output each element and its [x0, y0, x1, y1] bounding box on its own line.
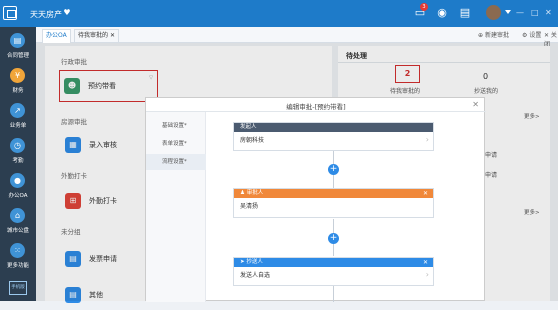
sidebar-item-label: 考勤: [12, 158, 24, 164]
approver-node[interactable]: ♟ 审批人 ✕ 吴清扬: [233, 188, 434, 218]
chevron-right-icon: ›: [425, 270, 429, 279]
sidebar-item-attendance[interactable]: ◷ 考勤: [0, 134, 36, 168]
close-icon[interactable]: ✕: [472, 100, 479, 109]
approver-head-label: 审批人: [246, 190, 264, 196]
sidebar-item-contracts[interactable]: ▤ 合同管理: [0, 29, 36, 63]
maximize-button[interactable]: □: [531, 8, 539, 17]
mobile-version-button[interactable]: 手机版: [9, 281, 27, 295]
sidebar-item-label: 办公OA: [8, 193, 28, 199]
sidebar-item-business[interactable]: ↗ 业务单: [0, 99, 36, 133]
tab-bar: 办公OA 待我审批的 ✕ ⊕ 新建审批 ⚙ 设置 ✕ 关闭: [36, 27, 558, 48]
chevron-right-icon: ›: [425, 135, 429, 144]
sidebar-item-finance[interactable]: ¥ 财务: [0, 64, 36, 98]
top-bar: 天天房产 ♥ ▭ 3 ◉ ▤ — □ ✕: [0, 0, 558, 27]
user-menu-caret-icon[interactable]: [505, 10, 511, 14]
heart-icon: ♥: [63, 8, 71, 17]
contract-icon: ▤: [10, 33, 25, 48]
initiator-value: 房朝科技: [240, 137, 265, 144]
sidebar-item-office-oa[interactable]: ● 办公OA: [0, 169, 36, 203]
nav-form-settings[interactable]: 表单设置*: [146, 136, 206, 152]
tab-office-oa[interactable]: 办公OA: [42, 29, 71, 43]
app-logo-icon: [3, 6, 17, 20]
edit-approval-modal: 编辑审批-[预约带看] ✕ 基础设置* 表单设置* 流程设置* 发起人 房朝科技…: [145, 97, 486, 302]
gear-icon: ⚙: [522, 32, 528, 39]
close-window-button[interactable]: ✕: [545, 8, 552, 17]
clock-icon: ◷: [10, 138, 25, 153]
approver-head: ♟ 审批人 ✕: [234, 189, 433, 198]
message-badge: 3: [420, 3, 428, 11]
modal-nav: 基础设置* 表单设置* 流程设置*: [146, 112, 206, 302]
user-avatar[interactable]: [486, 5, 501, 20]
user-icon: ●: [10, 173, 25, 188]
sidebar-item-label: 合同管理: [6, 53, 29, 59]
cc-head-label: 抄送人: [246, 259, 263, 265]
refresh-icon[interactable]: ◉: [435, 6, 449, 20]
chart-icon: ↗: [10, 103, 25, 118]
tab-pending-approval[interactable]: 待我审批的 ✕: [74, 29, 119, 43]
finance-icon: ¥: [10, 68, 25, 83]
settings-button[interactable]: ⚙ 设置: [522, 30, 541, 39]
add-node-button[interactable]: +: [328, 164, 339, 175]
cc-value: 发送人自选: [240, 272, 271, 279]
sidebar-item-label: 城市公盘: [6, 228, 29, 234]
nav-basic-settings[interactable]: 基础设置*: [146, 118, 206, 134]
app-title: 天天房产: [30, 10, 62, 19]
cc-head: ➤ 抄送人 ✕: [234, 258, 433, 267]
tab-label: 待我审批的: [78, 32, 109, 39]
sidebar-item-city-listing[interactable]: ⌂ 城市公盘: [0, 204, 36, 238]
new-approval-label: 新建审批: [484, 32, 509, 39]
sidebar: ▤ 合同管理 ¥ 财务 ↗ 业务单 ◷ 考勤 ● 办公OA ⌂ 城市公盘 ⁙ 更…: [0, 27, 36, 301]
grid-icon: ⁙: [10, 243, 25, 258]
home-icon: ⌂: [10, 208, 25, 223]
nav-flow-settings[interactable]: 流程设置*: [146, 154, 206, 170]
delete-node-icon[interactable]: ✕: [423, 189, 428, 198]
close-tab-icon[interactable]: ✕: [110, 32, 115, 39]
sidebar-item-label: 更多功能: [6, 263, 29, 269]
user-icon: ♟: [240, 190, 247, 196]
settings-label: 设置: [529, 32, 542, 39]
minimize-button[interactable]: —: [516, 8, 524, 17]
delete-node-icon[interactable]: ✕: [423, 258, 428, 267]
flow-connector: [333, 286, 334, 302]
document-icon[interactable]: ▤: [458, 6, 472, 20]
new-approval-button[interactable]: ⊕ 新建审批: [478, 30, 509, 39]
sidebar-item-label: 财务: [12, 88, 24, 94]
sidebar-item-label: 业务单: [9, 123, 27, 129]
approver-value: 吴清扬: [240, 203, 259, 210]
initiator-head: 发起人: [234, 123, 433, 132]
modal-title: 编辑审批-[预约带看]: [286, 103, 346, 111]
cc-node[interactable]: ➤ 抄送人 ✕ 发送人自选 ›: [233, 257, 434, 286]
sidebar-item-more[interactable]: ⁙ 更多功能: [0, 239, 36, 273]
initiator-node[interactable]: 发起人 房朝科技 ›: [233, 122, 434, 151]
add-node-button[interactable]: +: [328, 233, 339, 244]
